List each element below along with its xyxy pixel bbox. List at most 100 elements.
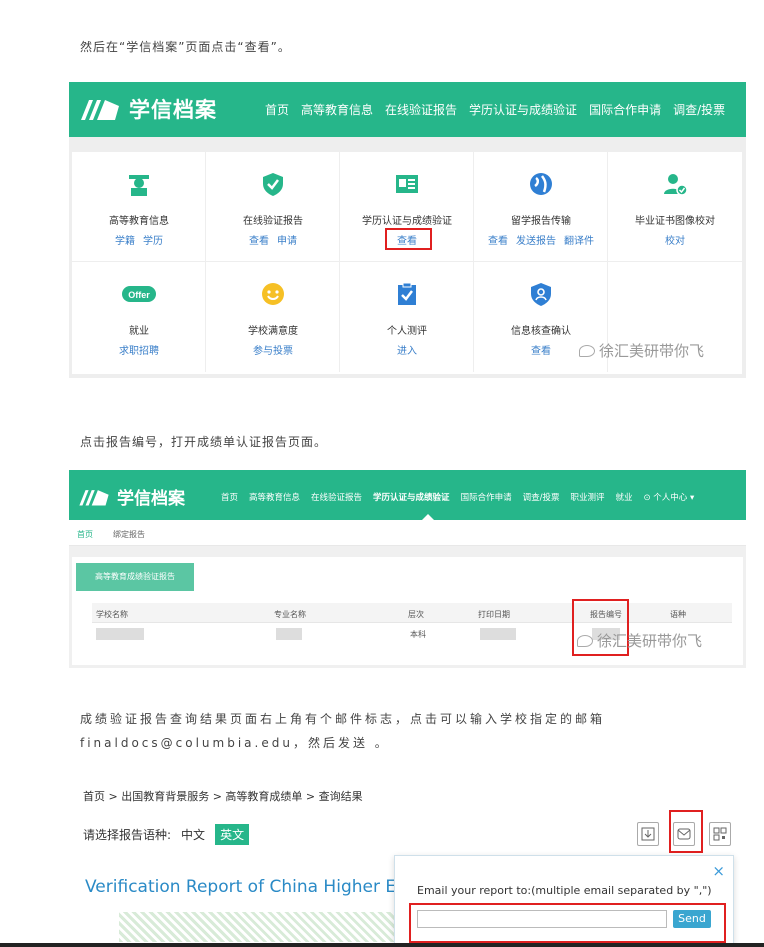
download-button[interactable] (637, 822, 659, 846)
wechat-icon (579, 344, 595, 357)
watermark-text: 徐汇美研带你飞 (597, 632, 703, 650)
nav-career-test[interactable]: 职业测评 (570, 491, 604, 503)
site-logo[interactable]: 学信档案 (77, 484, 185, 509)
watermark: 徐汇美研带你飞 (579, 340, 704, 361)
cell-title: 信息核查确认 (511, 326, 571, 337)
verification-result-screenshot: 首页 > 出国教育背景服务 > 高等教育成绩单 > 查询结果 请选择报告语种: … (69, 778, 746, 944)
top-navbar: 学信档案 首页 高等教育信息 在线验证报告 学历认证与成绩验证 国际合作申请 调… (69, 82, 746, 137)
nav-survey[interactable]: 调查/投票 (523, 491, 560, 503)
nav-higher-edu[interactable]: 高等教育信息 (301, 101, 373, 118)
service-cell-employment: Offer 就业 求职招聘 (72, 262, 206, 372)
nav-international[interactable]: 国际合作申请 (461, 491, 512, 503)
link-enter[interactable]: 进入 (397, 346, 417, 357)
header-major: 专业名称 (274, 610, 306, 619)
highlight-email-button (669, 810, 703, 853)
main-menu: 首页 高等教育信息 在线验证报告 学历认证与成绩验证 国际合作申请 调查/投票 (265, 101, 725, 118)
breadcrumb: 首页 绑定报告 (69, 520, 746, 546)
site-logo[interactable]: 学信档案 (79, 94, 217, 124)
link-view[interactable]: 查看 (249, 236, 269, 247)
service-cell-higher-edu: 高等教育信息 学籍 学历 (72, 152, 206, 262)
nav-survey[interactable]: 调查/投票 (673, 101, 725, 118)
report-border-decoration (119, 912, 409, 942)
lang-english-option[interactable]: 英文 (215, 824, 250, 845)
nav-online-report[interactable]: 在线验证报告 (311, 491, 362, 503)
nav-online-report[interactable]: 在线验证报告 (385, 101, 457, 118)
crumb-bind-report: 绑定报告 (113, 530, 145, 539)
top-navbar: 学信档案 首页 高等教育信息 在线验证报告 学历认证与成绩验证 国际合作申请 调… (69, 470, 746, 520)
user-check-icon (664, 174, 687, 196)
brand-name: 学信档案 (129, 98, 217, 122)
instruction-step-1: 然后在“学信档案”页面点击“查看”。 (80, 40, 291, 54)
cell-title: 留学报告传输 (511, 216, 571, 227)
nav-home[interactable]: 首页 (265, 101, 289, 118)
shield-check-icon (263, 173, 283, 196)
cell-title: 高等教育信息 (109, 216, 169, 227)
header-school: 学校名称 (96, 610, 128, 619)
service-cell-report-transfer: 留学报告传输 查看 发送报告 翻译件 (474, 152, 608, 262)
tab-transcript-report[interactable]: 高等教育成绩验证报告 (76, 563, 194, 591)
highlight-email-form (409, 903, 726, 943)
brand-name: 学信档案 (117, 489, 185, 509)
nav-international[interactable]: 国际合作申请 (589, 101, 661, 118)
download-icon (641, 827, 655, 841)
redacted-major (276, 628, 302, 640)
link-enrollment[interactable]: 学籍 (115, 236, 135, 247)
link-translation[interactable]: 翻译件 (564, 236, 594, 247)
nav-employment[interactable]: 就业 (615, 491, 632, 503)
watermark-text: 徐汇美研带你飞 (599, 342, 705, 360)
service-cell-assessment: 个人测评 进入 (340, 262, 474, 372)
logo-mark-icon (81, 100, 119, 120)
link-apply[interactable]: 申请 (277, 236, 297, 247)
highlight-view-link (385, 228, 432, 250)
qrcode-icon (713, 827, 727, 841)
link-proofread[interactable]: 校对 (665, 236, 685, 247)
lang-chinese-option[interactable]: 中文 (181, 826, 205, 843)
cell-title: 在线验证报告 (243, 216, 303, 227)
instruction-step-3: 成绩验证报告查询结果页面右上角有个邮件标志，点击可以输入学校指定的邮箱 fina… (80, 712, 606, 750)
graduate-icon (129, 175, 149, 196)
link-send-report[interactable]: 发送报告 (516, 236, 556, 247)
main-menu: 首页 高等教育信息 在线验证报告 学历认证与成绩验证 国际合作申请 调查/投票 … (221, 491, 694, 503)
id-card-icon (396, 175, 418, 193)
nav-user-center[interactable]: ⊙ 个人中心 ▾ (643, 491, 694, 503)
redacted-date (480, 628, 516, 640)
language-selector: 请选择报告语种: 中文 英文 (83, 824, 250, 845)
link-view[interactable]: 查看 (488, 236, 508, 247)
qrcode-button[interactable] (709, 822, 731, 846)
nav-higher-edu[interactable]: 高等教育信息 (249, 491, 300, 503)
redacted-school (96, 628, 144, 640)
header-language: 语种 (670, 610, 686, 619)
nav-verification[interactable]: 学历认证与成绩验证 (373, 491, 450, 503)
wechat-icon (577, 634, 593, 647)
link-degree[interactable]: 学历 (143, 236, 163, 247)
close-icon[interactable]: × (712, 862, 725, 880)
cell-title: 学历认证与成绩验证 (362, 216, 452, 227)
page-bottom-border (0, 943, 764, 947)
language-label: 请选择报告语种: (83, 828, 172, 842)
logo-mark-icon (79, 489, 109, 505)
instruction-step-2: 点击报告编号，打开成绩单认证报告页面。 (80, 435, 328, 449)
email-label: Email your report to:(multiple email sep… (417, 884, 712, 897)
xuexin-archive-screenshot: 学信档案 首页 高等教育信息 在线验证报告 学历认证与成绩验证 国际合作申请 调… (69, 82, 746, 378)
table-header: 学校名称 专业名称 层次 打印日期 报告编号 语种 (92, 603, 732, 623)
header-print-date: 打印日期 (478, 610, 510, 619)
service-cell-diploma-check: 毕业证书图像校对 校对 (608, 152, 742, 262)
header-level: 层次 (408, 610, 424, 619)
smile-icon (262, 283, 284, 305)
link-job[interactable]: 求职招聘 (119, 346, 159, 357)
user-shield-icon (531, 283, 551, 306)
crumb-home[interactable]: 首页 (77, 529, 93, 540)
service-cell-satisfaction: 学校满意度 参与投票 (206, 262, 340, 372)
cell-title: 学校满意度 (248, 326, 298, 337)
offer-icon: Offer (122, 286, 156, 302)
service-cell-online-report: 在线验证报告 查看 申请 (206, 152, 340, 262)
link-view[interactable]: 查看 (531, 346, 551, 357)
watermark: 徐汇美研带你飞 (577, 630, 702, 651)
link-vote[interactable]: 参与投票 (253, 346, 293, 357)
nav-home[interactable]: 首页 (221, 491, 238, 503)
cell-title: 个人测评 (387, 326, 427, 337)
report-list-screenshot: 学信档案 首页 高等教育信息 在线验证报告 学历认证与成绩验证 国际合作申请 调… (69, 470, 746, 668)
clipboard-check-icon (398, 282, 416, 305)
nav-verification[interactable]: 学历认证与成绩验证 (469, 101, 577, 118)
offer-badge-text: Offer (128, 290, 150, 300)
